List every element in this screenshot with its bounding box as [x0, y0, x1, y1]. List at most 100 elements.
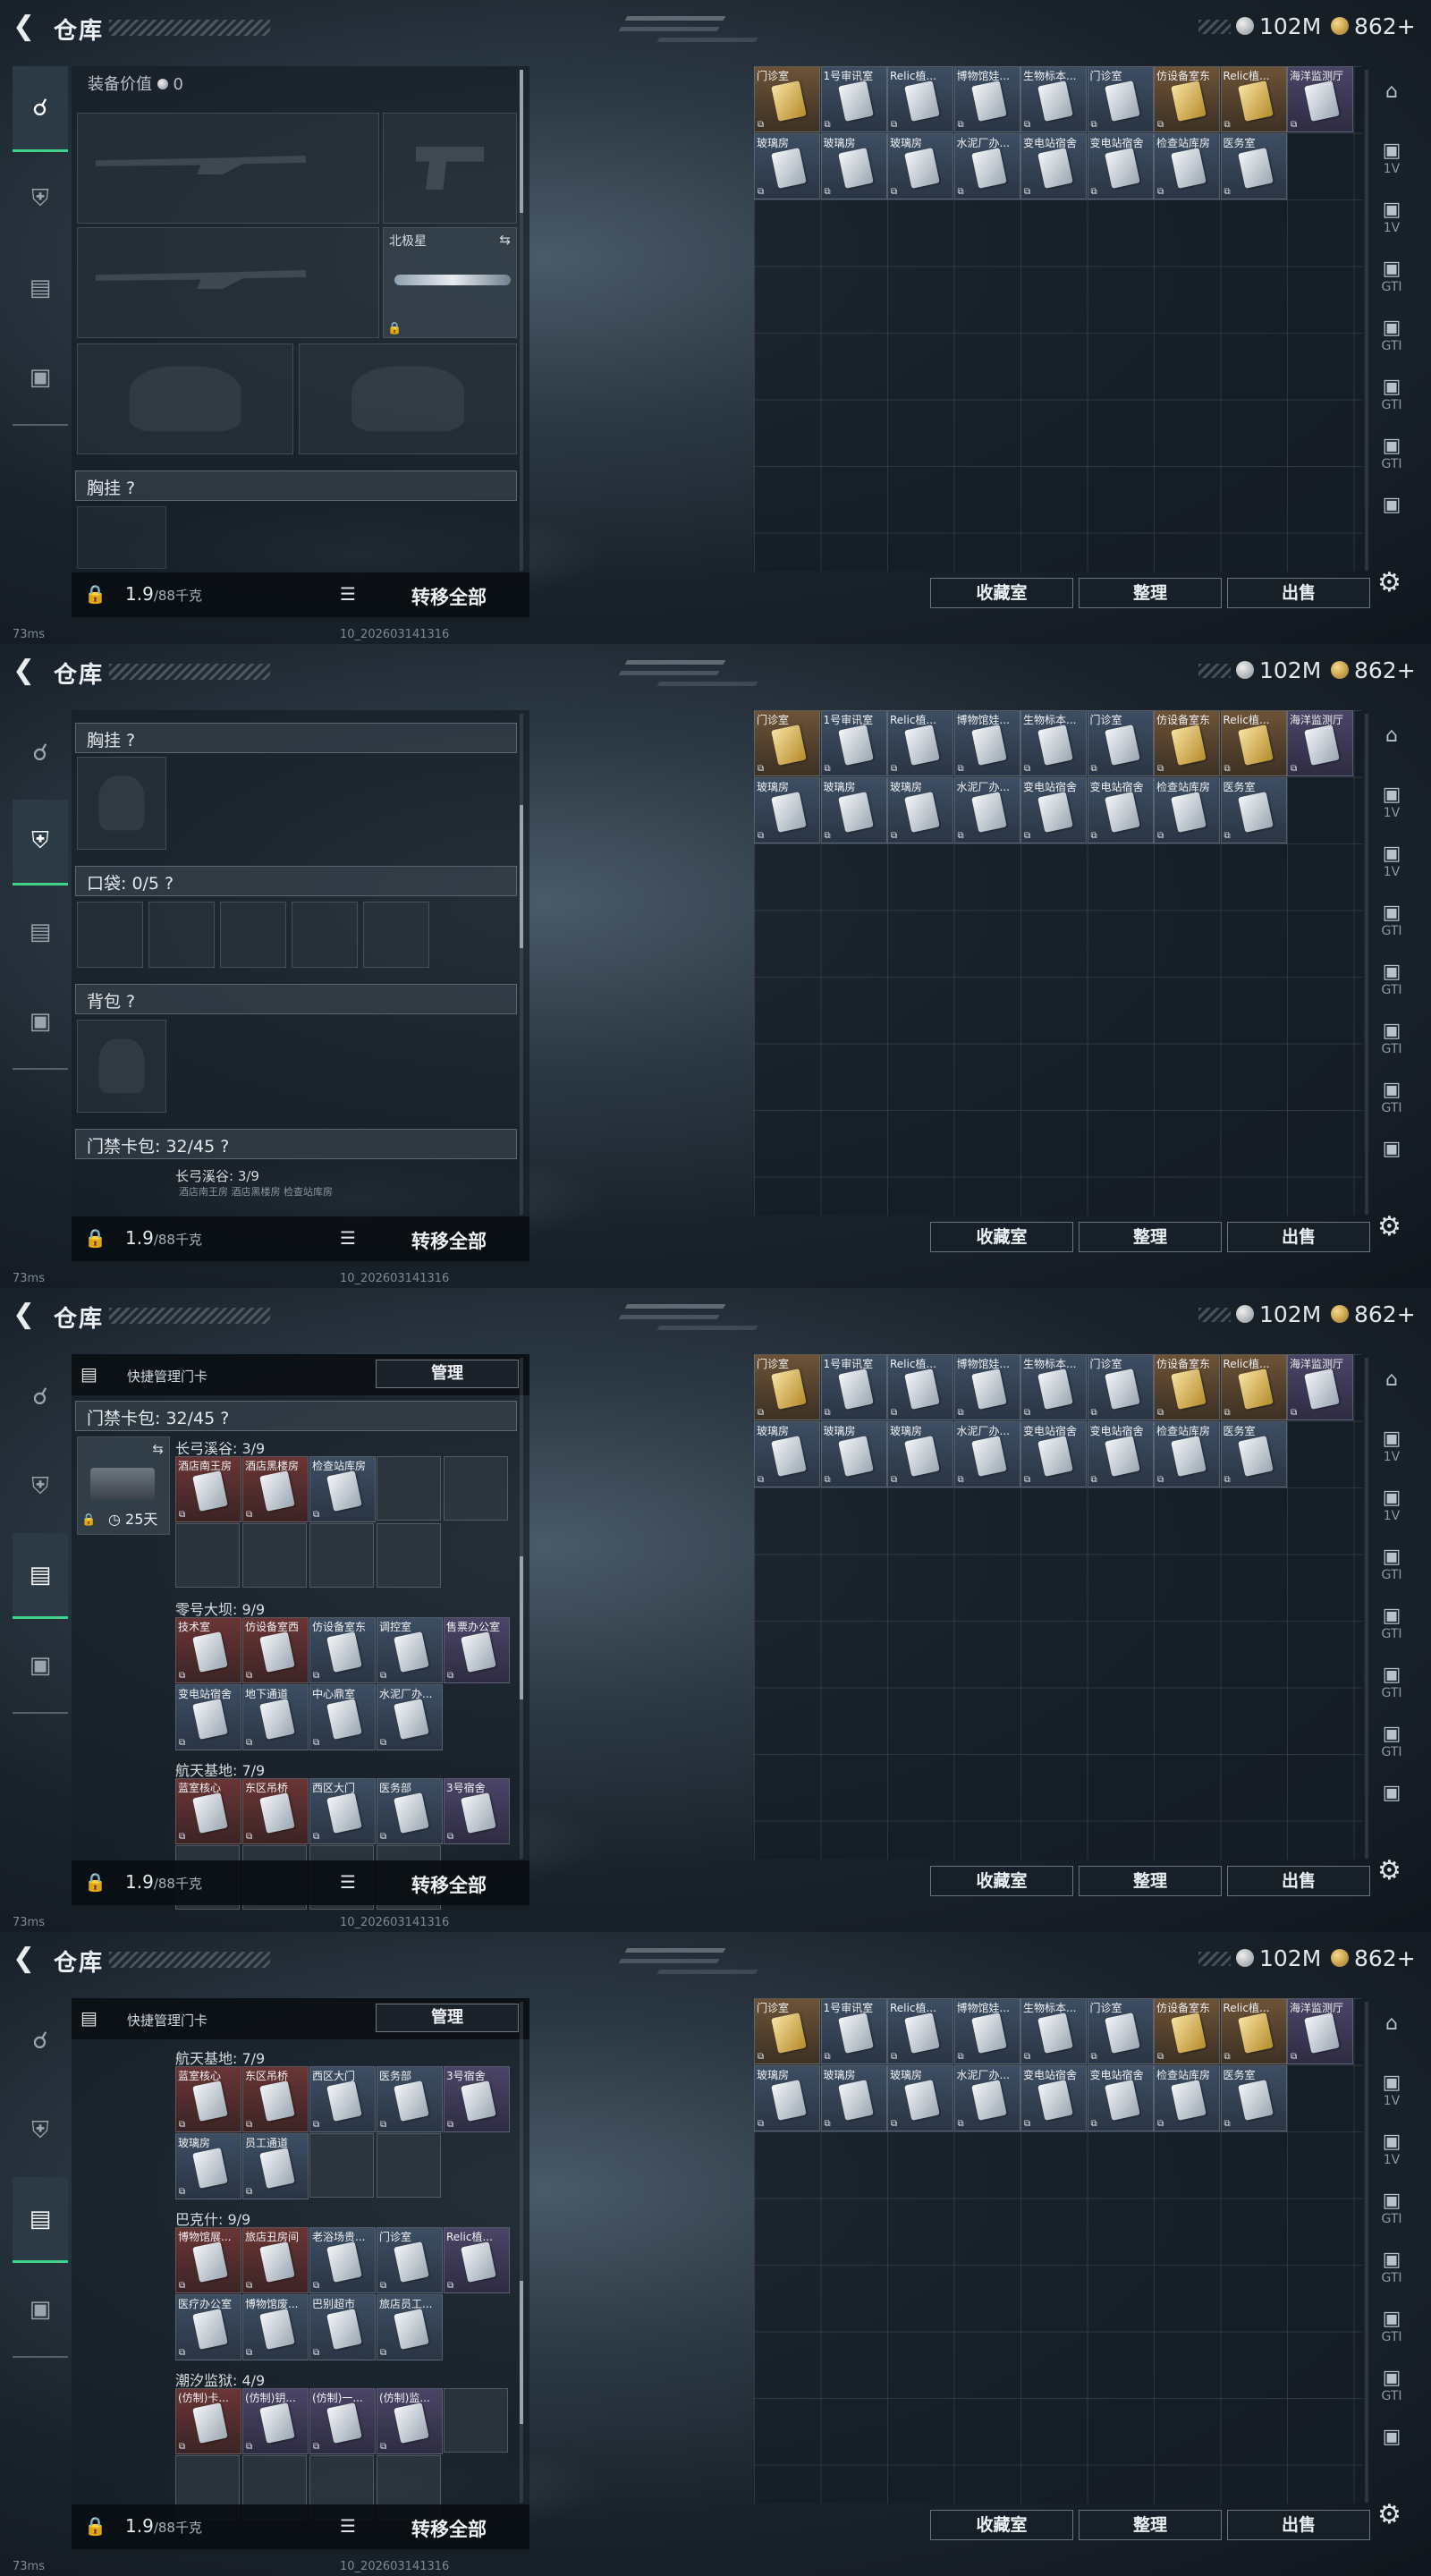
keycard-item[interactable]: Relic植... ⧉ [1220, 1998, 1287, 2064]
collection-button[interactable]: 收藏室 [930, 2510, 1073, 2540]
keycard-item[interactable]: 海洋监测厅 ⧉ [1287, 710, 1353, 776]
chest-rig-header[interactable]: 胸挂 ? [75, 470, 517, 501]
list-icon[interactable]: ☰ [340, 2515, 356, 2537]
chest-rig-header[interactable]: 胸挂 ? [75, 723, 517, 753]
tab-gear[interactable]: ⛨ [13, 800, 68, 886]
keycard-item[interactable]: 门诊室 ⧉ [754, 710, 820, 776]
keycard-item[interactable]: 医务室 ⧉ [1220, 1420, 1287, 1487]
keycard-item[interactable]: 博物馆展... ⧉ [175, 2227, 241, 2293]
side-shortcut[interactable]: ▣ GTI [1372, 1020, 1411, 1056]
keycard-item[interactable]: 水泥厂办... ⧉ [377, 1684, 443, 1750]
empty-keycard-slot[interactable] [377, 2133, 441, 2198]
back-arrow-icon[interactable]: ❮ [13, 657, 38, 684]
right-scrollbar[interactable] [1365, 714, 1368, 1215]
keycard-item[interactable]: 西区大门 ⧉ [309, 2066, 376, 2132]
keycard-item[interactable]: 门诊室 ⧉ [377, 2227, 443, 2293]
side-shortcut[interactable]: ▣ GTI [1372, 258, 1411, 294]
keycard-item[interactable]: 东区吊桥 ⧉ [242, 2066, 309, 2132]
keycard-item[interactable]: 仿设备室西 ⧉ [242, 1617, 309, 1683]
sell-button[interactable]: 出售 [1227, 1866, 1370, 1896]
pistol-slot[interactable] [383, 113, 517, 224]
keycard-item[interactable]: 玻璃房 ⧉ [820, 132, 887, 199]
gear-icon[interactable]: ⚙ [1377, 1855, 1401, 1886]
side-shortcut[interactable]: ▣ GTI [1372, 2190, 1411, 2226]
keycard-item[interactable]: 门诊室 ⧉ [1087, 710, 1154, 776]
keycard-item[interactable]: 变电站宿舍 ⧉ [1087, 132, 1154, 199]
left-scroll-thumb[interactable] [520, 805, 523, 948]
empty-keycard-slot[interactable] [309, 2133, 374, 2198]
empty-keycard-slot[interactable] [444, 1456, 508, 1521]
keycard-item[interactable]: 巴别超市 ⧉ [309, 2294, 376, 2360]
keycard-item[interactable]: 仿设备室东 ⧉ [1154, 1354, 1220, 1420]
keycard-item[interactable]: 1号审讯室 ⧉ [820, 66, 887, 132]
collection-button[interactable]: 收藏室 [930, 1866, 1073, 1896]
keycard-item[interactable]: 玻璃房 ⧉ [887, 1420, 953, 1487]
list-icon[interactable]: ☰ [340, 583, 356, 605]
keycard-item[interactable]: 仿设备室东 ⧉ [309, 1617, 376, 1683]
side-shortcut[interactable]: ▣ [1372, 2426, 1411, 2462]
chest-rig-slot[interactable] [77, 506, 166, 569]
keycard-item[interactable]: 变电站宿舍 ⧉ [1087, 1420, 1154, 1487]
tab-weapons[interactable]: ☌ [13, 1354, 68, 1440]
empty-keycard-slot[interactable] [444, 2388, 508, 2453]
side-shortcut[interactable]: ▣ GTI [1372, 2367, 1411, 2403]
sort-button[interactable]: 整理 [1079, 2510, 1222, 2540]
keycard-item[interactable]: 旅店员工... ⧉ [377, 2294, 443, 2360]
lock-icon[interactable]: 🔒 [84, 583, 106, 605]
tab-case[interactable]: ▣ [13, 1623, 68, 1708]
keycard-item[interactable]: Relic植... ⧉ [887, 1354, 953, 1420]
tab-keycards[interactable]: ▤ [13, 889, 68, 975]
right-scrollbar[interactable] [1365, 1358, 1368, 1859]
keycard-item[interactable]: 仿设备室东 ⧉ [1154, 710, 1220, 776]
keycard-item[interactable]: 医务室 ⧉ [1220, 776, 1287, 843]
keycard-item[interactable]: Relic植... ⧉ [887, 66, 953, 132]
pocket-header[interactable]: 口袋: 0/5 ? [75, 866, 517, 896]
keycard-item[interactable]: 检查站库房 ⧉ [1154, 2064, 1220, 2131]
keycard-item[interactable]: 海洋监测厅 ⧉ [1287, 66, 1353, 132]
keycard-item[interactable]: 水泥厂办... ⧉ [953, 132, 1020, 199]
warehouse-grid[interactable]: 门诊室 ⧉ 1号审讯室 ⧉ Relic植... ⧉ 博物馆娃... ⧉ 生物标本... ⧉ 门诊室 ⧉… [754, 1354, 1362, 1860]
swap-icon[interactable]: ⇆ [152, 1441, 164, 1457]
keycard-item[interactable]: 中心鼎室 ⧉ [309, 1684, 376, 1750]
left-scroll-thumb[interactable] [520, 70, 523, 213]
side-shortcut[interactable]: ▣ GTI [1372, 1079, 1411, 1115]
tab-case[interactable]: ▣ [13, 979, 68, 1064]
keycard-item[interactable]: 海洋监测厅 ⧉ [1287, 1354, 1353, 1420]
back-arrow-icon[interactable]: ❮ [13, 1301, 38, 1328]
transfer-all-button[interactable]: 转移全部 [411, 1227, 487, 1254]
keycard-item[interactable]: 博物馆娃... ⧉ [953, 66, 1020, 132]
keycard-item[interactable]: Relic植... ⧉ [887, 710, 953, 776]
side-shortcut[interactable]: ▣ GTI [1372, 2308, 1411, 2344]
keycard-item[interactable]: 玻璃房 ⧉ [175, 2133, 241, 2199]
transfer-all-button[interactable]: 转移全部 [411, 583, 487, 610]
keycard-item[interactable]: 变电站宿舍 ⧉ [1087, 776, 1154, 843]
keycard-item[interactable]: Relic植... ⧉ [1220, 1354, 1287, 1420]
keycard-pack-header[interactable]: 门禁卡包: 32/45 ? [75, 1129, 517, 1159]
keycard-item[interactable]: 变电站宿舍 ⧉ [1020, 1420, 1087, 1487]
left-scrollbar[interactable] [520, 714, 523, 1215]
side-shortcut[interactable]: ▣ GTI [1372, 1546, 1411, 1582]
keycard-item[interactable]: 酒店南王房 ⧉ [175, 1456, 241, 1522]
keycard-item[interactable]: 医务部 ⧉ [377, 2066, 443, 2132]
keycard-item[interactable]: 旅店丑房间 ⧉ [242, 2227, 309, 2293]
side-shortcut[interactable]: ▣ 1V [1372, 2072, 1411, 2108]
keycard-item[interactable]: 玻璃房 ⧉ [754, 1420, 820, 1487]
transfer-all-button[interactable]: 转移全部 [411, 2515, 487, 2542]
transfer-all-button[interactable]: 转移全部 [411, 1871, 487, 1898]
keycard-item[interactable]: (仿制)钥... ⧉ [242, 2388, 309, 2454]
keycard-item[interactable]: 变电站宿舍 ⧉ [1020, 776, 1087, 843]
keycard-item[interactable]: 检查站库房 ⧉ [1154, 776, 1220, 843]
keycard-item[interactable]: 生物标本... ⧉ [1020, 66, 1087, 132]
keycard-item[interactable]: 技术室 ⧉ [175, 1617, 241, 1683]
primary-weapon-slot[interactable] [77, 113, 379, 224]
gear-icon[interactable]: ⚙ [1377, 2499, 1401, 2530]
keycard-item[interactable]: 蓝室核心 ⧉ [175, 1778, 241, 1844]
keycard-item[interactable]: 水泥厂办... ⧉ [953, 1420, 1020, 1487]
keycard-item[interactable]: 水泥厂办... ⧉ [953, 2064, 1020, 2131]
melee-slot[interactable]: 北极星 ⇆ 🔒 [383, 227, 517, 338]
keycard-item[interactable]: 3号宿舍 ⧉ [444, 1778, 510, 1844]
keycard-item[interactable]: Relic植... ⧉ [1220, 66, 1287, 132]
back-arrow-icon[interactable]: ❮ [13, 13, 38, 40]
keycard-item[interactable]: 门诊室 ⧉ [754, 1354, 820, 1420]
side-shortcut[interactable]: ▣ GTI [1372, 376, 1411, 412]
